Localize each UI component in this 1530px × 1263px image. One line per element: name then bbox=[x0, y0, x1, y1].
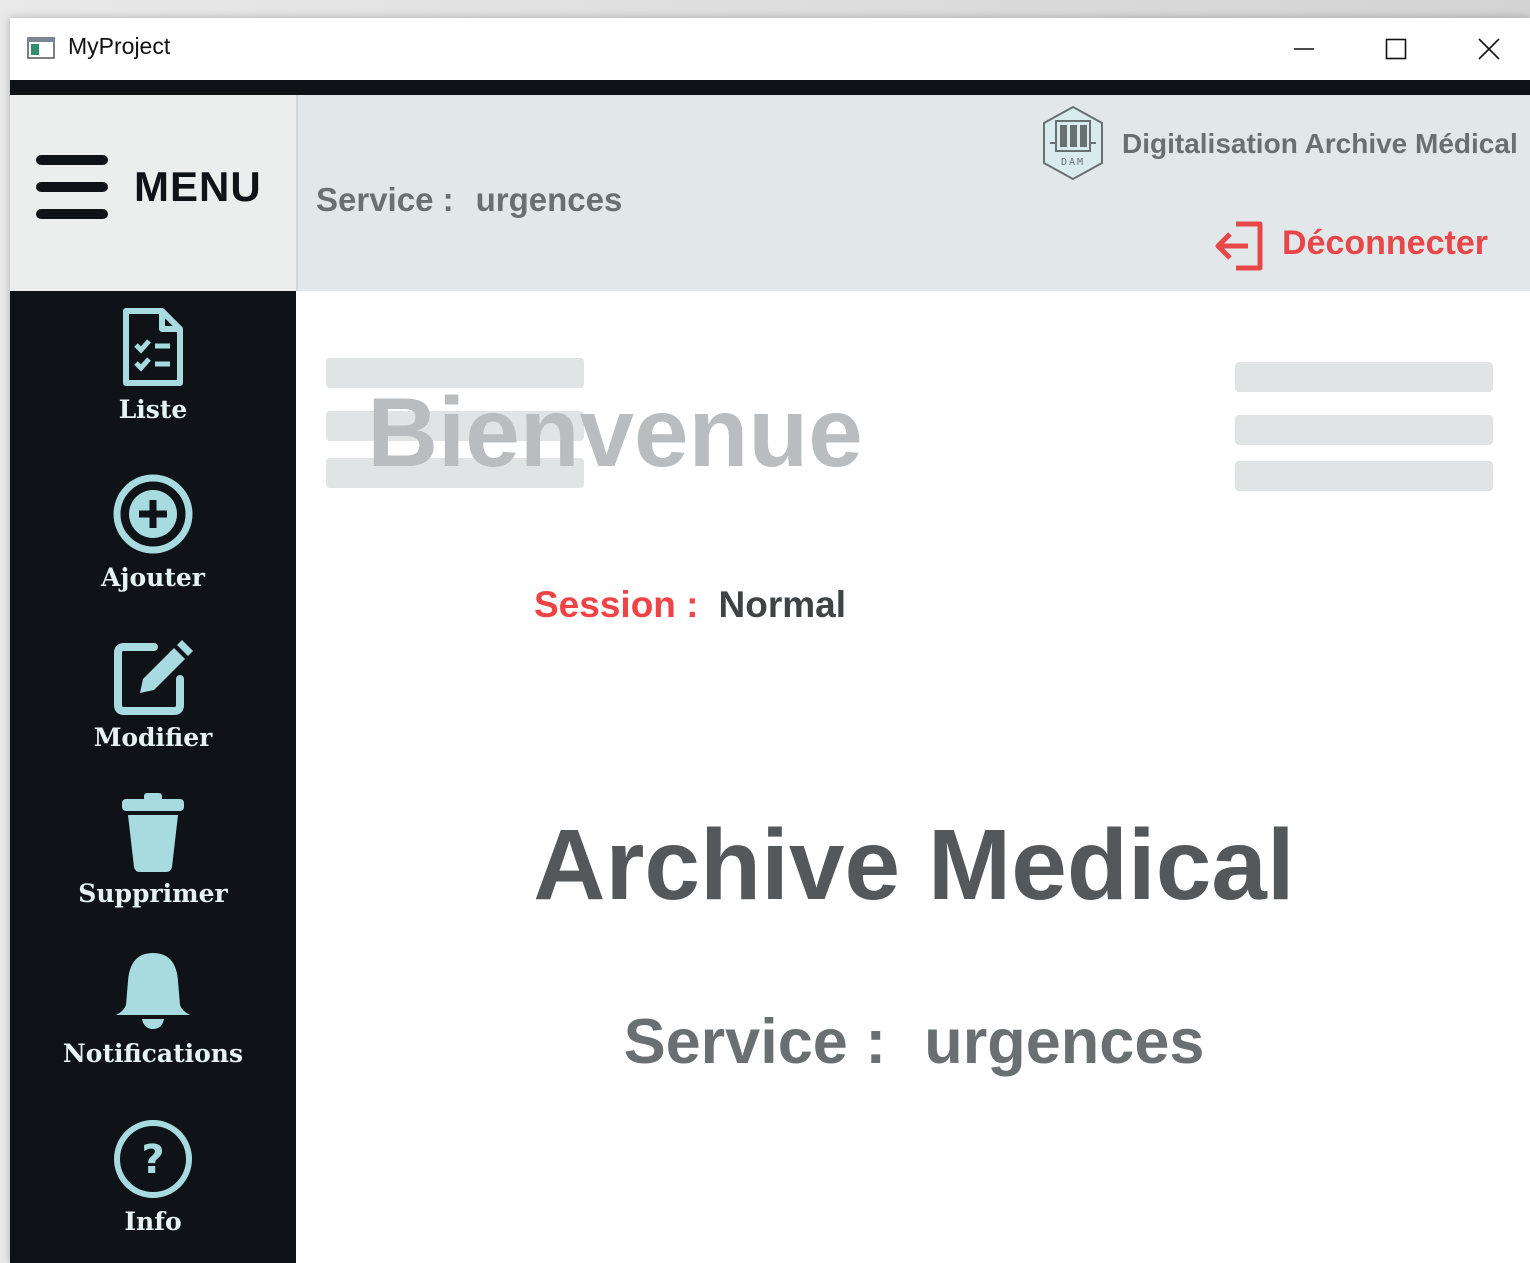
sidebar-item-liste[interactable]: Liste bbox=[10, 305, 296, 424]
sidebar-item-label: Info bbox=[124, 1207, 182, 1236]
logout-label: Déconnecter bbox=[1282, 224, 1488, 262]
main-service-value: urgences bbox=[924, 1007, 1205, 1077]
top-header: Service : urgences DAM Digitalisation Arc… bbox=[298, 95, 1530, 291]
minimize-button[interactable] bbox=[1280, 26, 1328, 72]
app-window-icon bbox=[27, 37, 55, 59]
main-service: Service : urgences bbox=[298, 1006, 1530, 1078]
session-value: Normal bbox=[718, 584, 846, 625]
sidebar-item-modifier[interactable]: Modifier bbox=[10, 633, 296, 752]
archive-logo-icon: DAM bbox=[1043, 105, 1103, 181]
question-circle-icon: ? bbox=[114, 1120, 192, 1198]
sidebar-item-label: Supprimer bbox=[78, 879, 228, 908]
maximize-button[interactable] bbox=[1372, 26, 1420, 72]
trash-icon bbox=[122, 793, 184, 872]
header-service-label: Service : bbox=[316, 181, 454, 218]
sidebar-item-supprimer[interactable]: Supprimer bbox=[10, 793, 296, 908]
app-window: MyProject MENU Liste Ajouter Modifier Su… bbox=[10, 18, 1530, 1263]
sidebar: Liste Ajouter Modifier Supprimer Notific… bbox=[10, 291, 296, 1263]
close-button[interactable] bbox=[1465, 26, 1513, 72]
sidebar-item-label: Notifications bbox=[62, 1039, 244, 1068]
minimize-icon bbox=[1294, 48, 1314, 50]
decor-line bbox=[1235, 415, 1493, 445]
archive-logo-text: DAM bbox=[1061, 157, 1085, 168]
hamburger-icon[interactable] bbox=[36, 155, 108, 219]
decor-line bbox=[1235, 362, 1493, 392]
logout-arrow-icon bbox=[1215, 221, 1263, 271]
header-service: Service : urgences bbox=[316, 181, 622, 219]
welcome-heading: Bienvenue bbox=[367, 377, 863, 487]
brand-title: Digitalisation Archive Médical bbox=[1122, 128, 1518, 159]
maximize-icon bbox=[1385, 38, 1407, 60]
session-status: Session : Normal bbox=[410, 584, 970, 626]
close-icon bbox=[1478, 38, 1500, 60]
sidebar-item-notifications[interactable]: Notifications bbox=[10, 949, 296, 1068]
session-label: Session : bbox=[534, 584, 699, 625]
sidebar-item-ajouter[interactable]: Ajouter bbox=[10, 471, 296, 592]
edit-icon bbox=[114, 640, 193, 715]
bell-icon bbox=[116, 953, 190, 1029]
sidebar-item-label: Modifier bbox=[93, 723, 213, 752]
menu-label: MENU bbox=[134, 163, 262, 210]
sidebar-item-label: Liste bbox=[118, 395, 188, 424]
menu-header: MENU bbox=[10, 95, 296, 291]
decor-line bbox=[1235, 461, 1493, 491]
window-title: MyProject bbox=[68, 33, 171, 59]
checklist-document-icon bbox=[123, 308, 183, 386]
header-service-value: urgences bbox=[475, 181, 623, 218]
plus-circle-icon bbox=[113, 474, 193, 554]
sidebar-item-info[interactable]: ? Info bbox=[10, 1117, 296, 1236]
svg-text:?: ? bbox=[141, 1137, 164, 1183]
main-service-label: Service : bbox=[623, 1007, 887, 1077]
sidebar-item-label: Ajouter bbox=[101, 563, 205, 592]
page-title: Archive Medical bbox=[533, 809, 1295, 921]
title-bar[interactable]: MyProject bbox=[10, 18, 1530, 95]
